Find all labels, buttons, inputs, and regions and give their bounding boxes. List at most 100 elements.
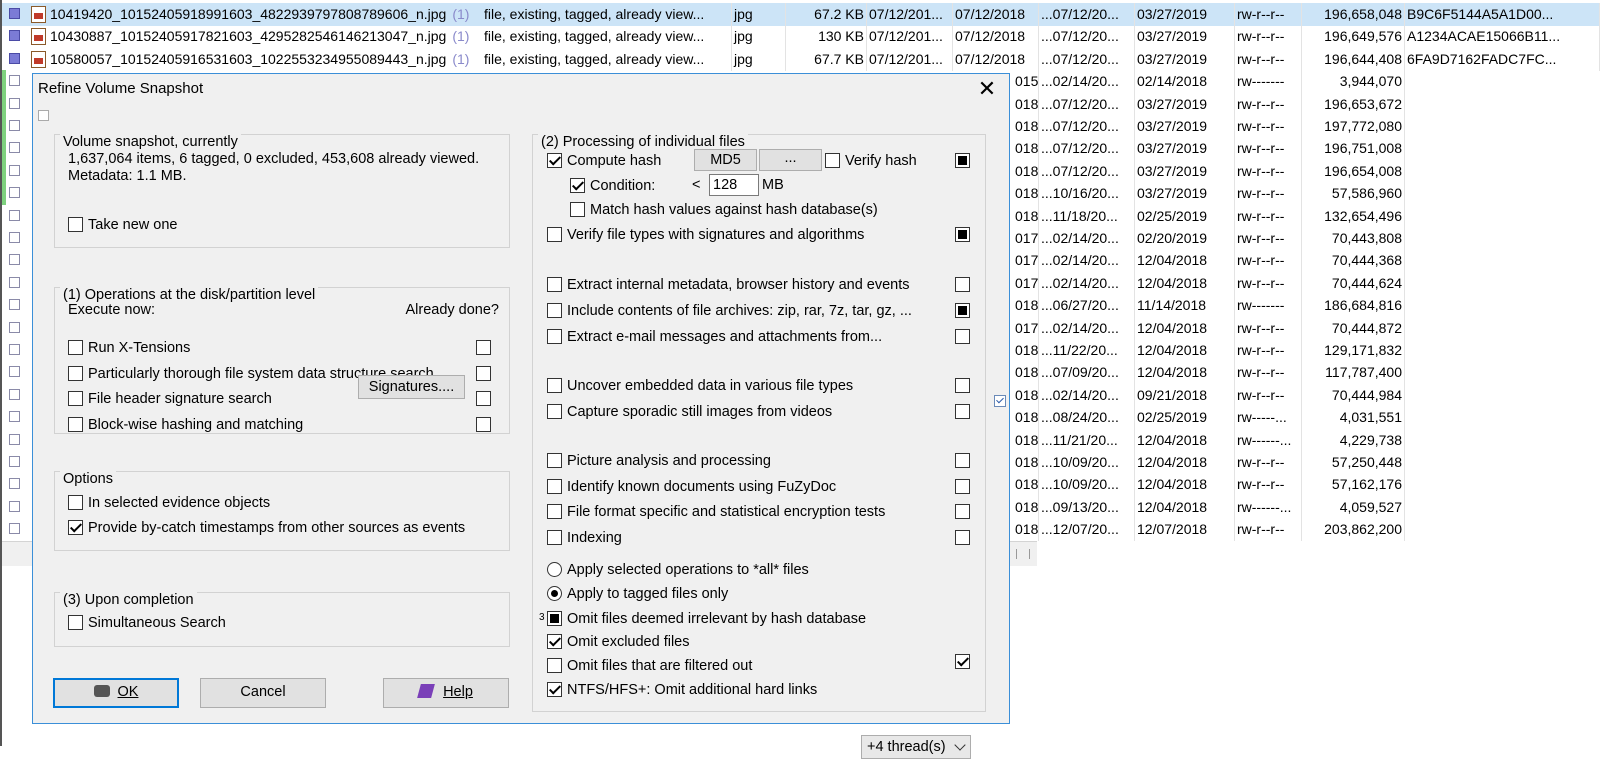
in-selected-evidence-checkbox[interactable] xyxy=(68,495,83,510)
row-tag-checkbox[interactable] xyxy=(9,209,20,221)
file-header-signature-search-done-checkbox[interactable] xyxy=(476,391,491,406)
row-tag-checkbox[interactable] xyxy=(9,388,20,400)
uncover-embedded-done-checkbox[interactable] xyxy=(955,378,970,393)
picture-analysis-done-checkbox[interactable] xyxy=(955,453,970,468)
thorough-fs-search-done-checkbox[interactable] xyxy=(476,366,491,381)
row-tag-checkbox[interactable] xyxy=(9,187,20,199)
simultaneous-search-checkbox[interactable] xyxy=(68,615,83,630)
file-count: (1) xyxy=(452,50,470,67)
row-tag-checkbox[interactable] xyxy=(9,523,20,535)
row-tag-checkbox[interactable] xyxy=(9,8,20,19)
extract-metadata-checkbox[interactable] xyxy=(547,277,562,292)
run-x-tensions-checkbox[interactable] xyxy=(68,340,83,355)
row-tag-checkbox[interactable] xyxy=(9,75,20,87)
row-tag-checkbox[interactable] xyxy=(9,30,20,42)
row-tag-checkbox[interactable] xyxy=(9,97,20,109)
fuzzydoc-done-checkbox[interactable] xyxy=(955,479,970,494)
by-catch-timestamps-checkbox[interactable] xyxy=(68,520,83,535)
created-date: 07/12/201... xyxy=(867,3,953,26)
block-wise-hashing-checkbox[interactable] xyxy=(68,417,83,432)
row-tag-checkbox[interactable] xyxy=(9,344,20,355)
thorough-fs-search-checkbox[interactable] xyxy=(68,366,83,381)
verify-file-types-done-checkbox[interactable] xyxy=(955,227,970,242)
row-tag-checkbox[interactable] xyxy=(9,411,20,423)
file-row[interactable]: 10419420_10152405918991603_4822939797808… xyxy=(0,3,1600,26)
encryption-tests-checkbox[interactable] xyxy=(547,504,562,519)
extract-metadata-done-checkbox[interactable] xyxy=(955,277,970,292)
row-tag-checkbox[interactable] xyxy=(9,500,20,512)
extract-email-done-checkbox[interactable] xyxy=(955,329,970,344)
indexing-checkbox[interactable] xyxy=(547,530,562,545)
apply-tagged-only-radio[interactable] xyxy=(547,586,562,601)
block-wise-hashing-done-checkbox[interactable] xyxy=(476,417,491,432)
uncover-embedded-checkbox[interactable] xyxy=(547,378,562,393)
verify-hash-label: Verify hash xyxy=(845,153,917,169)
encryption-tests-done-checkbox[interactable] xyxy=(955,504,970,519)
row-tag-checkbox[interactable] xyxy=(9,232,20,243)
file-header-signature-search-checkbox[interactable] xyxy=(68,391,83,406)
row-tag-checkbox[interactable] xyxy=(9,254,20,266)
row-tag-checkbox[interactable] xyxy=(9,366,20,378)
picture-analysis-checkbox[interactable] xyxy=(547,453,562,468)
close-icon[interactable]: ✕ xyxy=(975,78,999,102)
omit-irrelevant-checkbox[interactable] xyxy=(547,611,562,626)
condition-size-input[interactable]: 128 xyxy=(709,174,759,196)
omit-excluded-checkbox[interactable] xyxy=(547,634,562,649)
accessed-date: ...07/12/20... xyxy=(1039,92,1135,116)
row-tag-checkbox[interactable] xyxy=(9,299,20,311)
attributes: rw-r--r-- xyxy=(1235,159,1302,183)
attributes: rw-r--r-- xyxy=(1235,115,1302,138)
file-row[interactable]: 10430887_10152405917821603_4295282546146… xyxy=(0,25,1600,49)
omit-hard-links-label: NTFS/HFS+: Omit additional hard links xyxy=(567,682,818,698)
match-hash-database-checkbox[interactable] xyxy=(570,202,585,217)
take-new-checkbox[interactable] xyxy=(68,217,83,232)
include-archives-done-checkbox[interactable] xyxy=(955,303,970,318)
row-tag-checkbox[interactable] xyxy=(9,478,20,490)
hash-options-button[interactable]: ... xyxy=(759,149,822,171)
thread-count-select[interactable]: +4 thread(s) xyxy=(861,735,971,759)
file-row[interactable]: 10580057_10152405916531603_1022553234955… xyxy=(0,47,1600,71)
capture-stills-done-checkbox[interactable] xyxy=(955,404,970,419)
row-tag-checkbox[interactable] xyxy=(9,276,20,288)
row-tag-checkbox[interactable] xyxy=(9,142,20,154)
fuzzydoc-checkbox[interactable] xyxy=(547,479,562,494)
omit-filtered-checkbox[interactable] xyxy=(547,658,562,673)
cancel-button[interactable]: Cancel xyxy=(200,678,326,708)
help-label: Help xyxy=(443,684,473,700)
apply-all-files-radio[interactable] xyxy=(547,562,562,577)
compute-hash-checkbox[interactable] xyxy=(547,153,562,168)
row-tag-checkbox[interactable] xyxy=(9,120,20,131)
compute-hash-done-checkbox[interactable] xyxy=(955,153,970,168)
help-button[interactable]: Help xyxy=(383,678,509,708)
signatures-button[interactable]: Signatures.... xyxy=(358,375,465,399)
ok-button[interactable]: OK xyxy=(53,678,179,708)
snapshot-group-title: Volume snapshot, currently xyxy=(60,134,241,150)
omit-hard-links-checkbox[interactable] xyxy=(547,682,562,697)
take-new-label: Take new one xyxy=(88,217,178,233)
hash-type-button[interactable]: MD5 xyxy=(694,149,757,171)
indexing-done-checkbox[interactable] xyxy=(955,530,970,545)
run-x-tensions-label: Run X-Tensions xyxy=(88,340,191,356)
changed-date: 12/04/2018 xyxy=(1135,451,1235,474)
capture-stills-checkbox[interactable] xyxy=(547,404,562,419)
omit-filtered-side-checkbox[interactable] xyxy=(955,654,970,669)
verify-hash-checkbox[interactable] xyxy=(825,153,840,168)
row-tag-checkbox[interactable] xyxy=(9,456,20,467)
scroll-grip-icon[interactable] xyxy=(1016,549,1030,559)
verify-file-types-checkbox[interactable] xyxy=(547,227,562,242)
extract-email-checkbox[interactable] xyxy=(547,329,562,344)
row-tag-checkbox[interactable] xyxy=(9,433,20,445)
row-tag-checkbox[interactable] xyxy=(9,321,20,333)
resize-corner-icon xyxy=(38,110,49,121)
accessed-date: ...02/14/20... xyxy=(1039,70,1135,94)
run-x-tensions-done-checkbox[interactable] xyxy=(476,340,491,355)
row-tag-checkbox[interactable] xyxy=(9,164,20,176)
cancel-label: Cancel xyxy=(240,684,286,700)
modified-date-fragment: 017 xyxy=(1013,316,1039,340)
include-archives-checkbox[interactable] xyxy=(547,303,562,318)
file-name-cell: 10430887_10152405917821603_4295282546146… xyxy=(48,25,478,48)
checkmark-side-icon[interactable] xyxy=(994,395,1006,407)
encryption-tests-label: File format specific and statistical enc… xyxy=(567,504,886,520)
row-tag-checkbox[interactable] xyxy=(9,52,20,64)
hash-condition-checkbox[interactable] xyxy=(570,178,585,193)
